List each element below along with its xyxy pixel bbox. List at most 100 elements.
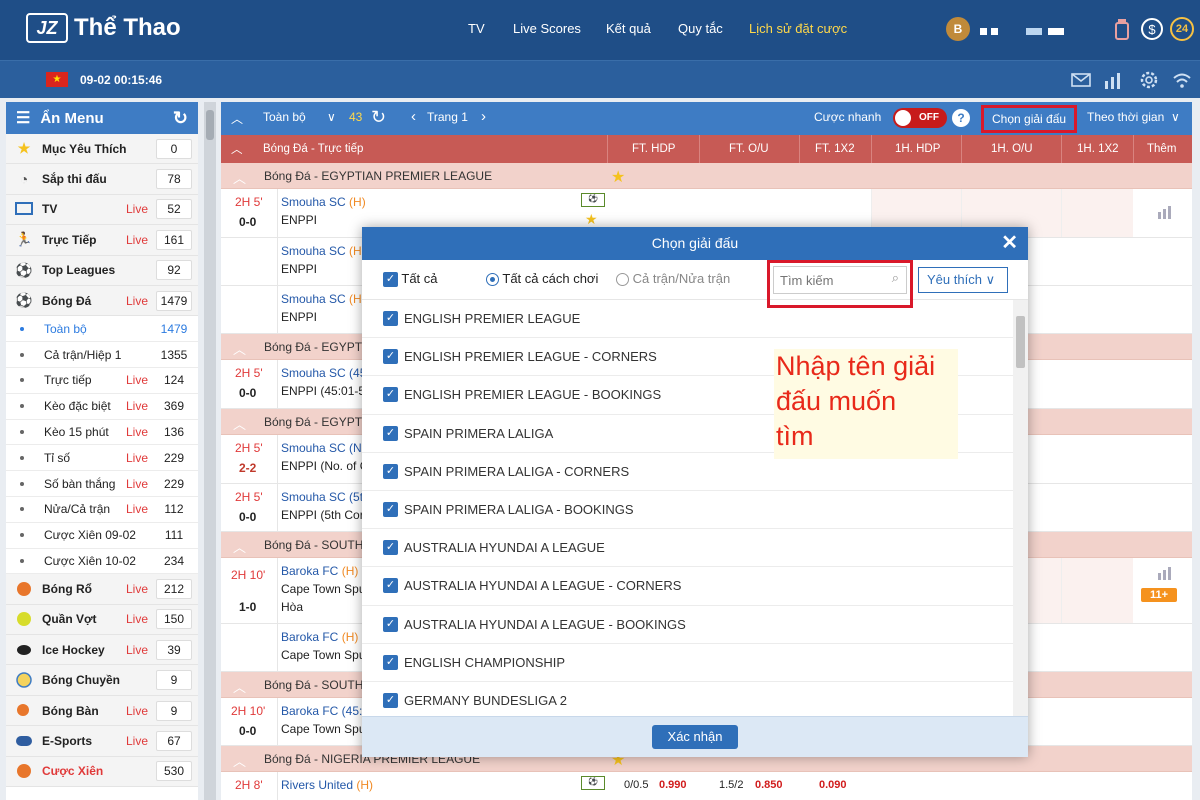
collapse-chevron-icon[interactable]: ︿: [233, 339, 246, 358]
list-item[interactable]: ✓ SPAIN PRIMERA LALIGA - BOOKINGS: [362, 491, 1013, 530]
nav-tv[interactable]: TV: [468, 21, 485, 36]
hdp-odds[interactable]: 0.990: [659, 779, 687, 791]
more-bets-badge[interactable]: 11+: [1141, 588, 1178, 602]
choose-league-button[interactable]: Chọn giải đấu: [981, 105, 1078, 133]
logo[interactable]: JZ Thể Thao: [26, 13, 181, 43]
quick-bet-toggle[interactable]: OFF: [893, 108, 947, 128]
stats-icon[interactable]: [1103, 69, 1125, 91]
sidebar-item-football[interactable]: ⚽ Bóng Đá Live 1479: [6, 285, 198, 317]
sidebar-item-basketball[interactable]: Bóng Rổ Live 212: [6, 574, 198, 605]
sidebar-item-tv[interactable]: TV Live 52: [6, 194, 198, 226]
sidebar-sub-live[interactable]: Trực tiếp Live 124: [6, 367, 198, 394]
close-icon[interactable]: ✕: [1001, 227, 1018, 260]
list-item[interactable]: ✓ AUSTRALIA HYUNDAI A LEAGUE - CORNERS: [362, 567, 1013, 606]
favorite-star-icon[interactable]: ★: [611, 167, 625, 187]
sidebar-header[interactable]: ☰ Ẩn Menu ↻: [6, 102, 198, 134]
search-box[interactable]: ⌕: [773, 266, 907, 294]
dropdown-chevron-icon[interactable]: ∨: [327, 110, 336, 124]
checkbox-icon[interactable]: ✓: [383, 692, 398, 708]
stats-icon[interactable]: [1157, 566, 1173, 583]
nav-results[interactable]: Kết quả: [606, 21, 651, 36]
avatar[interactable]: B: [946, 17, 970, 41]
home-team[interactable]: Smouha SC (H): [281, 195, 366, 209]
mail-icon[interactable]: [1070, 69, 1092, 91]
radio-full-half[interactable]: Cả trận/Nửa trận: [616, 271, 730, 287]
home-team[interactable]: Smouha SC (H): [281, 292, 366, 306]
league-header[interactable]: ︿ Bóng Đá - EGYPTIAN PREMIER LEAGUE ★: [221, 163, 1192, 189]
sort-by-time-dropdown[interactable]: Theo thời gian: [1087, 110, 1164, 124]
sidebar-item-esports[interactable]: E-Sports Live 67: [6, 726, 198, 757]
dollar-icon[interactable]: $: [1140, 16, 1164, 42]
sidebar-item-live[interactable]: 🏃 Trực Tiếp Live 161: [6, 225, 198, 256]
sidebar-item-favorites[interactable]: ★ Mục Yêu Thích 0: [6, 134, 198, 165]
home-team[interactable]: Smouha SC (5th: [281, 490, 370, 504]
prev-page-icon[interactable]: ‹: [411, 108, 416, 125]
ou-odds[interactable]: 0.850: [755, 779, 783, 791]
collapse-chevron-icon[interactable]: ︿: [231, 141, 243, 157]
sidebar-sub-all[interactable]: Toàn bộ 1479: [6, 316, 198, 343]
nav-rules[interactable]: Quy tắc: [678, 21, 723, 36]
scrollbar-thumb[interactable]: [1016, 316, 1025, 368]
nav-bet-history[interactable]: Lịch sử đặt cược: [749, 21, 847, 36]
radio-all-bet-types[interactable]: Tất cả cách chơi: [486, 271, 598, 287]
vietnam-flag-icon[interactable]: ★: [46, 72, 68, 87]
sidebar-sub-half-full[interactable]: Nửa/Cả trận Live 112: [6, 496, 198, 523]
sidebar-item-top-leagues[interactable]: ⚽ Top Leagues 92: [6, 255, 198, 286]
sidebar-sub-parlay-0902[interactable]: Cược Xiên 09-02 111: [6, 522, 198, 549]
hamburger-icon[interactable]: ☰: [16, 108, 30, 128]
support-24-icon[interactable]: 24: [1170, 17, 1194, 41]
home-team[interactable]: Smouha SC (45: [281, 366, 366, 380]
help-icon[interactable]: ?: [952, 109, 970, 127]
stats-icon[interactable]: [1157, 205, 1173, 222]
sidebar-item-table-tennis[interactable]: Bóng Bàn Live 9: [6, 695, 198, 727]
settings-gear-icon[interactable]: [1138, 69, 1160, 91]
home-team[interactable]: Baroka FC (H): [281, 564, 358, 578]
list-item[interactable]: ✓ AUSTRALIA HYUNDAI A LEAGUE: [362, 529, 1013, 568]
select-all-checkbox[interactable]: ✓ Tất cả: [383, 271, 438, 288]
confirm-button[interactable]: Xác nhận: [652, 725, 738, 749]
field-icon[interactable]: ⚽: [581, 193, 605, 207]
list-item[interactable]: ✓ ENGLISH PREMIER LEAGUE: [362, 300, 1013, 339]
list-item[interactable]: ✓ ENGLISH CHAMPIONSHIP: [362, 644, 1013, 682]
checkbox-icon[interactable]: ✓: [383, 654, 398, 670]
all-filter[interactable]: Toàn bộ: [263, 110, 306, 124]
checkbox-icon[interactable]: ✓: [383, 616, 398, 632]
modal-scrollbar[interactable]: [1013, 300, 1028, 716]
sidebar-item-tennis[interactable]: Quần Vợt Live 150: [6, 604, 198, 636]
sidebar-sub-special[interactable]: Kèo đặc biệt Live 369: [6, 393, 198, 420]
collapse-chevron-icon[interactable]: ︿: [233, 414, 246, 433]
favorite-dropdown[interactable]: Yêu thích ∨: [918, 267, 1008, 293]
checkbox-icon[interactable]: ✓: [383, 502, 398, 518]
sidebar-item-volleyball[interactable]: Bóng Chuyền 9: [6, 665, 198, 696]
checkbox-icon[interactable]: ✓: [383, 578, 398, 594]
checkbox-icon[interactable]: ✓: [383, 463, 398, 479]
collapse-chevron-icon[interactable]: ︿: [233, 537, 246, 556]
checkbox-icon[interactable]: ✓: [383, 387, 398, 403]
sidebar-sub-goals[interactable]: Số bàn thắng Live 229: [6, 471, 198, 497]
scrollbar-thumb[interactable]: [206, 110, 214, 140]
collapse-chevron-icon[interactable]: ︿: [233, 168, 246, 187]
field-icon[interactable]: ⚽: [581, 776, 605, 790]
home-team[interactable]: Baroka FC (H): [281, 630, 358, 644]
checkbox-icon[interactable]: ✓: [383, 349, 398, 365]
collapse-chevron-icon[interactable]: ︿: [233, 677, 246, 696]
wifi-icon[interactable]: [1171, 69, 1193, 91]
refresh-icon[interactable]: ↻: [173, 108, 188, 129]
bottle-icon[interactable]: [1110, 16, 1134, 42]
sidebar-sub-15min[interactable]: Kèo 15 phút Live 136: [6, 419, 198, 446]
checkbox-icon[interactable]: ✓: [383, 540, 398, 556]
sidebar-sub-parlay-1002[interactable]: Cược Xiên 10-02 234: [6, 548, 198, 575]
checkbox-icon[interactable]: ✓: [383, 311, 398, 327]
search-input[interactable]: [773, 266, 907, 294]
collapse-chevron-icon[interactable]: ︿: [233, 751, 246, 770]
favorite-star-icon[interactable]: ★: [585, 211, 598, 228]
checkbox-icon[interactable]: ✓: [383, 425, 398, 441]
collapse-chevron-icon[interactable]: ︿: [231, 110, 243, 127]
sidebar-scrollbar[interactable]: [204, 102, 216, 800]
home-team[interactable]: Smouha SC (No: [281, 441, 368, 455]
sidebar-item-parlay[interactable]: Cược Xiên 530: [6, 756, 198, 788]
home-team[interactable]: Smouha SC (H): [281, 244, 366, 258]
chevron-down-icon[interactable]: ∨: [1171, 110, 1180, 124]
list-item[interactable]: ✓ GERMANY BUNDESLIGA 2: [362, 682, 1013, 716]
x12-odds[interactable]: 0.090: [819, 779, 847, 791]
